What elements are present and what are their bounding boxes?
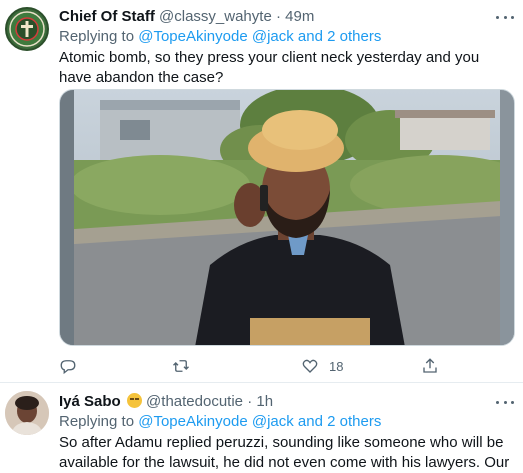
display-name[interactable]: Chief Of Staff [59,8,155,25]
username[interactable]: @thatedocutie [146,393,243,410]
username[interactable]: @classy_wahyte [159,8,272,25]
replying-to: Replying to @TopeAkinyode @jack and 2 ot… [59,27,381,47]
separator-dot: · [247,393,253,410]
share-button[interactable] [421,355,439,377]
video-still-image [60,90,514,345]
timestamp[interactable]: 1h [256,393,273,410]
more-icon[interactable] [496,395,514,409]
avatar-photo-icon [5,391,49,435]
more-icon[interactable] [496,10,514,24]
replying-to-label: Replying to [59,413,135,430]
tweet[interactable]: Iyá Sabo @thatedocutie · 1h Replying to … [0,383,523,473]
avatar[interactable] [5,391,49,435]
retweet-button[interactable] [172,355,190,377]
tweet[interactable]: Chief Of Staff @classy_wahyte · 49m Repl… [0,0,523,383]
separator-dot: · [275,8,281,25]
replying-to-users-link[interactable]: @TopeAkinyode @jack [138,28,294,45]
retweet-icon [173,360,189,372]
tweet-text: Atomic bomb, so they press your client n… [59,49,480,86]
reply-icon [60,360,76,375]
timestamp[interactable]: 49m [285,8,314,25]
sleepy-face-emoji [126,393,142,408]
like-count: 18 [329,358,344,374]
avatar-logo-icon [9,11,45,47]
display-name[interactable]: Iyá Sabo [59,393,121,410]
replying-to-others-link[interactable]: and 2 others [298,28,381,45]
tweet-media-image[interactable] [59,89,515,346]
tweet-text: So after Adamu replied peruzzi, sounding… [59,434,510,471]
replying-to-users-link[interactable]: @TopeAkinyode @jack [138,413,294,430]
replying-to-others-link[interactable]: and 2 others [298,413,381,430]
replying-to-label: Replying to [59,28,135,45]
tweet-header: Iyá Sabo @thatedocutie · 1h [59,392,273,412]
avatar[interactable] [5,7,49,51]
like-button[interactable]: 18 [301,355,343,377]
tweet-header: Chief Of Staff @classy_wahyte · 49m [59,7,314,27]
replying-to: Replying to @TopeAkinyode @jack and 2 ot… [59,412,381,432]
tweet-actions: 18 [59,355,515,377]
like-icon [302,359,318,373]
reply-button[interactable] [59,355,77,377]
share-icon [423,358,437,373]
